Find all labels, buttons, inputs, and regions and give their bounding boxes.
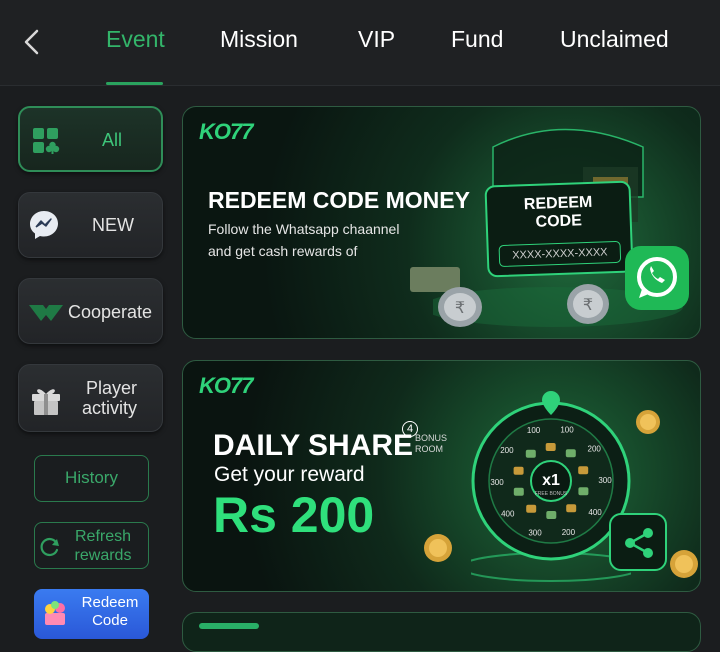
wheel-segment-label: 200	[500, 446, 514, 455]
gold-coin-icon	[424, 534, 452, 562]
wheel-segment-label: 100	[560, 425, 574, 434]
banner-partial[interactable]	[182, 612, 701, 652]
code-field: XXXX-XXXX-XXXX	[498, 240, 622, 268]
refresh-label-line1: Refresh	[74, 528, 132, 545]
handshake-icon	[29, 305, 63, 321]
grid-club-icon	[33, 128, 60, 154]
refresh-icon	[40, 537, 59, 557]
wheel-prize-icon	[513, 466, 524, 475]
back-arrow-icon[interactable]	[18, 27, 48, 57]
wheel-segment-label: 300	[490, 478, 504, 487]
gift-icon	[32, 389, 60, 415]
wheel-segment-label: 200	[562, 528, 576, 537]
gift-flower-icon	[45, 601, 65, 625]
redeem-code-button[interactable]: Redeem Code	[34, 589, 149, 639]
banner-subtitle: Get your reward	[214, 463, 365, 486]
wheel-prize-icon	[565, 449, 576, 458]
redeem-label-line2: Code	[92, 612, 128, 629]
sidebar-item-label: All	[102, 130, 123, 150]
wheel-prize-icon	[546, 511, 557, 519]
svg-text:₹: ₹	[583, 295, 593, 314]
sidebar-item-new[interactable]: NEW	[18, 192, 163, 258]
banner-title: DAILY SHARE	[213, 429, 414, 462]
banner-logo-partial	[199, 623, 259, 629]
svg-text:₹: ₹	[455, 298, 465, 317]
wheel-prize-icon	[566, 504, 577, 513]
top-navigation: Event Mission VIP Fund Unclaimed	[0, 0, 720, 86]
sidebar-item-player-activity[interactable]: Player activity	[18, 364, 163, 432]
share-icon	[625, 528, 653, 558]
redeem-code-banner[interactable]: KO77 REDEEM CODE MONEY Follow the Whatsa…	[182, 106, 701, 339]
gold-coin-icon	[670, 550, 698, 578]
tab-event[interactable]: Event	[106, 26, 165, 53]
wheel-segment-label: 400	[588, 508, 602, 517]
wheel-segment-label: 100	[527, 426, 541, 435]
bonus-room-label: BONUS ROOM	[415, 433, 447, 455]
wheel-prize-icon	[578, 466, 589, 475]
prize-wheel: 100 200 300 400 200 300 400 300 200 100 x1 FREE B…	[471, 391, 631, 582]
redeem-code-card: REDEEM CODE XXXX-XXXX-XXXX	[484, 180, 634, 278]
history-button[interactable]: History	[34, 455, 149, 502]
banner-logo: KO77	[199, 373, 253, 398]
tab-fund[interactable]: Fund	[451, 26, 503, 53]
wheel-segment-label: 300	[598, 476, 612, 485]
active-tab-indicator	[106, 82, 163, 85]
daily-share-banner[interactable]: KO77 DAILY SHARE 4 BONUS ROOM Get your r…	[182, 360, 701, 592]
reward-amount: Rs 200	[213, 487, 375, 543]
gold-coin-icon	[636, 410, 660, 434]
bonus-label-line2: ROOM	[415, 444, 443, 454]
wheel-center-subtext: FREE BONUS	[535, 491, 568, 497]
wheel-prize-icon	[578, 487, 589, 496]
redeem-label-line1: Redeem	[81, 594, 139, 611]
bonus-label-line1: BONUS	[415, 433, 448, 443]
wheel-segment-label: 400	[501, 509, 515, 518]
share-button[interactable]	[609, 513, 667, 571]
refresh-rewards-button[interactable]: Refresh rewards	[34, 522, 149, 569]
banner-logo: KO77	[199, 119, 253, 144]
card-title-line2: CODE	[535, 212, 583, 231]
wheel-segment-label: 300	[528, 529, 542, 538]
sidebar-item-all[interactable]: All	[18, 106, 163, 172]
sidebar-item-label-line2: activity	[82, 398, 138, 418]
wheel-prize-icon	[513, 487, 524, 496]
refresh-label-line2: rewards	[74, 547, 132, 564]
banner-line1: Follow the Whatsapp chaannel	[208, 221, 400, 237]
whatsapp-icon	[625, 246, 689, 310]
coin-stack-icon: ₹	[410, 267, 482, 327]
sidebar-item-label-line1: Player	[86, 378, 138, 398]
tab-unclaimed[interactable]: Unclaimed	[560, 26, 669, 53]
wheel-prize-icon	[525, 449, 536, 458]
banner-line2: and get cash rewards of	[208, 243, 358, 259]
banner-title: REDEEM CODE MONEY	[208, 187, 470, 213]
sidebar-item-label: NEW	[92, 215, 134, 235]
wheel-prize-icon	[526, 504, 537, 513]
tab-vip[interactable]: VIP	[358, 26, 395, 53]
wheel-prize-icon	[545, 443, 556, 451]
sidebar-item-label: Cooperate	[68, 302, 153, 322]
messenger-icon	[30, 211, 58, 239]
tab-mission[interactable]: Mission	[220, 26, 298, 53]
wheel-center-text: x1	[542, 472, 560, 489]
rupee-coin-icon: ₹	[567, 284, 609, 324]
wheel-segment-label: 200	[588, 445, 602, 454]
sidebar-item-cooperate[interactable]: Cooperate	[18, 278, 163, 344]
